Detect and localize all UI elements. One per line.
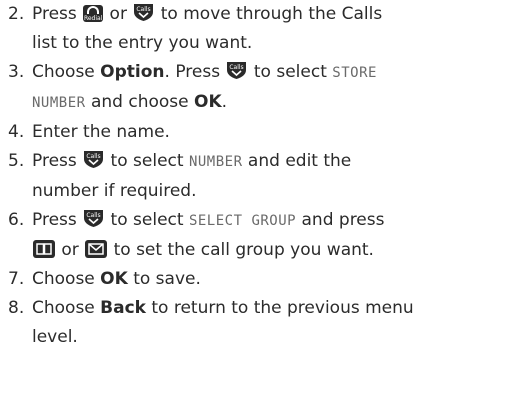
step-text: or [56, 240, 85, 260]
step-line: Enter the name. [32, 122, 170, 142]
step-number: 5. [8, 151, 25, 171]
phonebook-key-icon [33, 240, 55, 258]
step-text: and press [296, 210, 385, 230]
step-text: to select [248, 62, 333, 82]
step-text: to save. [127, 269, 201, 289]
step-text: to select [105, 151, 189, 171]
step-text: or [104, 4, 133, 24]
step-text: Press [32, 4, 83, 24]
step-line: level. [32, 327, 78, 347]
step-5: 5. Press Calls to select NUMBER and edit… [0, 147, 508, 206]
step-text: Choose [32, 62, 101, 82]
step-text: . [221, 92, 228, 112]
redial-key-label: Redial [83, 15, 103, 22]
step-text: Press [32, 151, 83, 171]
step-line: list to the entry you want. [32, 33, 253, 53]
step-text: to return to the previous menu [145, 298, 414, 318]
step-text: and choose [85, 92, 195, 112]
step-line: Choose OK to save. [32, 265, 508, 294]
calls-key-icon: Calls [133, 3, 154, 22]
step-6: 6. Press Calls to select SELECT GROUP an… [0, 206, 508, 265]
step-number: 4. [8, 122, 25, 142]
ok-softkey-label: OK [194, 92, 222, 112]
option-softkey-label: Option [100, 62, 165, 82]
step-line: Choose Back to return to the previous me… [32, 294, 508, 323]
step-number: 6. [8, 210, 25, 230]
lcd-text: STORE [332, 65, 377, 81]
message-key-icon [85, 240, 108, 258]
step-4: 4. Enter the name. [0, 118, 508, 147]
svg-text:Calls: Calls [86, 212, 100, 219]
step-line: NUMBER and choose OK. [32, 88, 508, 118]
step-line: Press Redial or Calls to move through th… [32, 0, 508, 29]
back-softkey-label: Back [100, 298, 146, 318]
lcd-text: NUMBER [32, 95, 86, 111]
calls-key-icon: Calls [226, 61, 247, 80]
step-line: or to set the call group you want. [32, 236, 508, 265]
step-text: . Press [164, 62, 226, 82]
step-line: number if required. [32, 181, 197, 201]
step-8: 8. Choose Back to return to the previous… [0, 294, 508, 352]
step-text: to move through the Calls [155, 4, 383, 24]
lcd-text: NUMBER [188, 154, 243, 170]
step-line: Choose Option. Press Calls to select STO… [32, 58, 508, 88]
ok-softkey-label: OK [100, 269, 128, 289]
svg-text:Calls: Calls [230, 64, 244, 71]
step-line: Press Calls to select NUMBER and edit th… [32, 147, 508, 177]
step-number: 8. [8, 298, 25, 318]
step-2: 2. Press Redial or Calls to move through… [0, 0, 508, 58]
step-number: 2. [8, 4, 25, 24]
lcd-text: SELECT GROUP [188, 213, 297, 229]
calls-key-icon: Calls [83, 209, 104, 228]
step-number: 7. [8, 269, 25, 289]
instruction-steps: 2. Press Redial or Calls to move through… [0, 0, 508, 352]
redial-key-icon: Redial [83, 5, 104, 22]
step-text: Choose [32, 298, 101, 318]
svg-text:Calls: Calls [86, 153, 100, 160]
step-3: 3. Choose Option. Press Calls to select … [0, 58, 508, 118]
calls-key-icon: Calls [83, 150, 104, 169]
step-text: to set the call group you want. [108, 240, 374, 260]
step-7: 7. Choose OK to save. [0, 265, 508, 294]
step-line: Press Calls to select SELECT GROUP and p… [32, 206, 508, 236]
step-text: and edit the [242, 151, 352, 171]
step-text: Choose [32, 269, 101, 289]
step-text: Press [32, 210, 83, 230]
step-number: 3. [8, 62, 25, 82]
step-text: to select [105, 210, 189, 230]
svg-text:Calls: Calls [137, 6, 151, 13]
